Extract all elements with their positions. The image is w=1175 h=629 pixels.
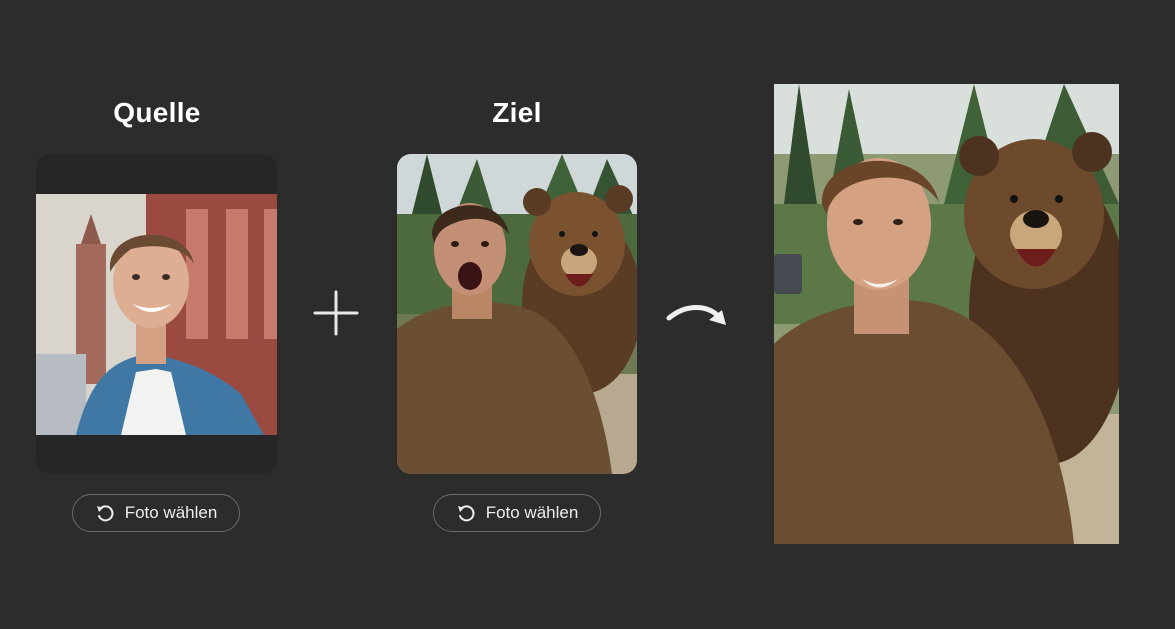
plus-icon (313, 290, 359, 336)
target-choose-photo-button[interactable]: Foto wählen (433, 494, 601, 532)
source-photo (36, 194, 277, 435)
rotate-ccw-icon (456, 503, 476, 523)
source-title: Quelle (113, 97, 201, 128)
target-choose-photo-label: Foto wählen (485, 503, 579, 522)
source-choose-photo-label: Foto wählen (124, 503, 218, 522)
target-title: Ziel (492, 97, 542, 128)
source-choose-photo-button[interactable]: Foto wählen (72, 494, 240, 532)
curved-arrow-right-icon (664, 298, 730, 332)
result-photo (774, 84, 1119, 544)
target-photo (397, 154, 637, 474)
target-photo-card[interactable] (397, 154, 637, 474)
rotate-ccw-icon (95, 503, 115, 523)
source-photo-card[interactable] (36, 154, 277, 474)
